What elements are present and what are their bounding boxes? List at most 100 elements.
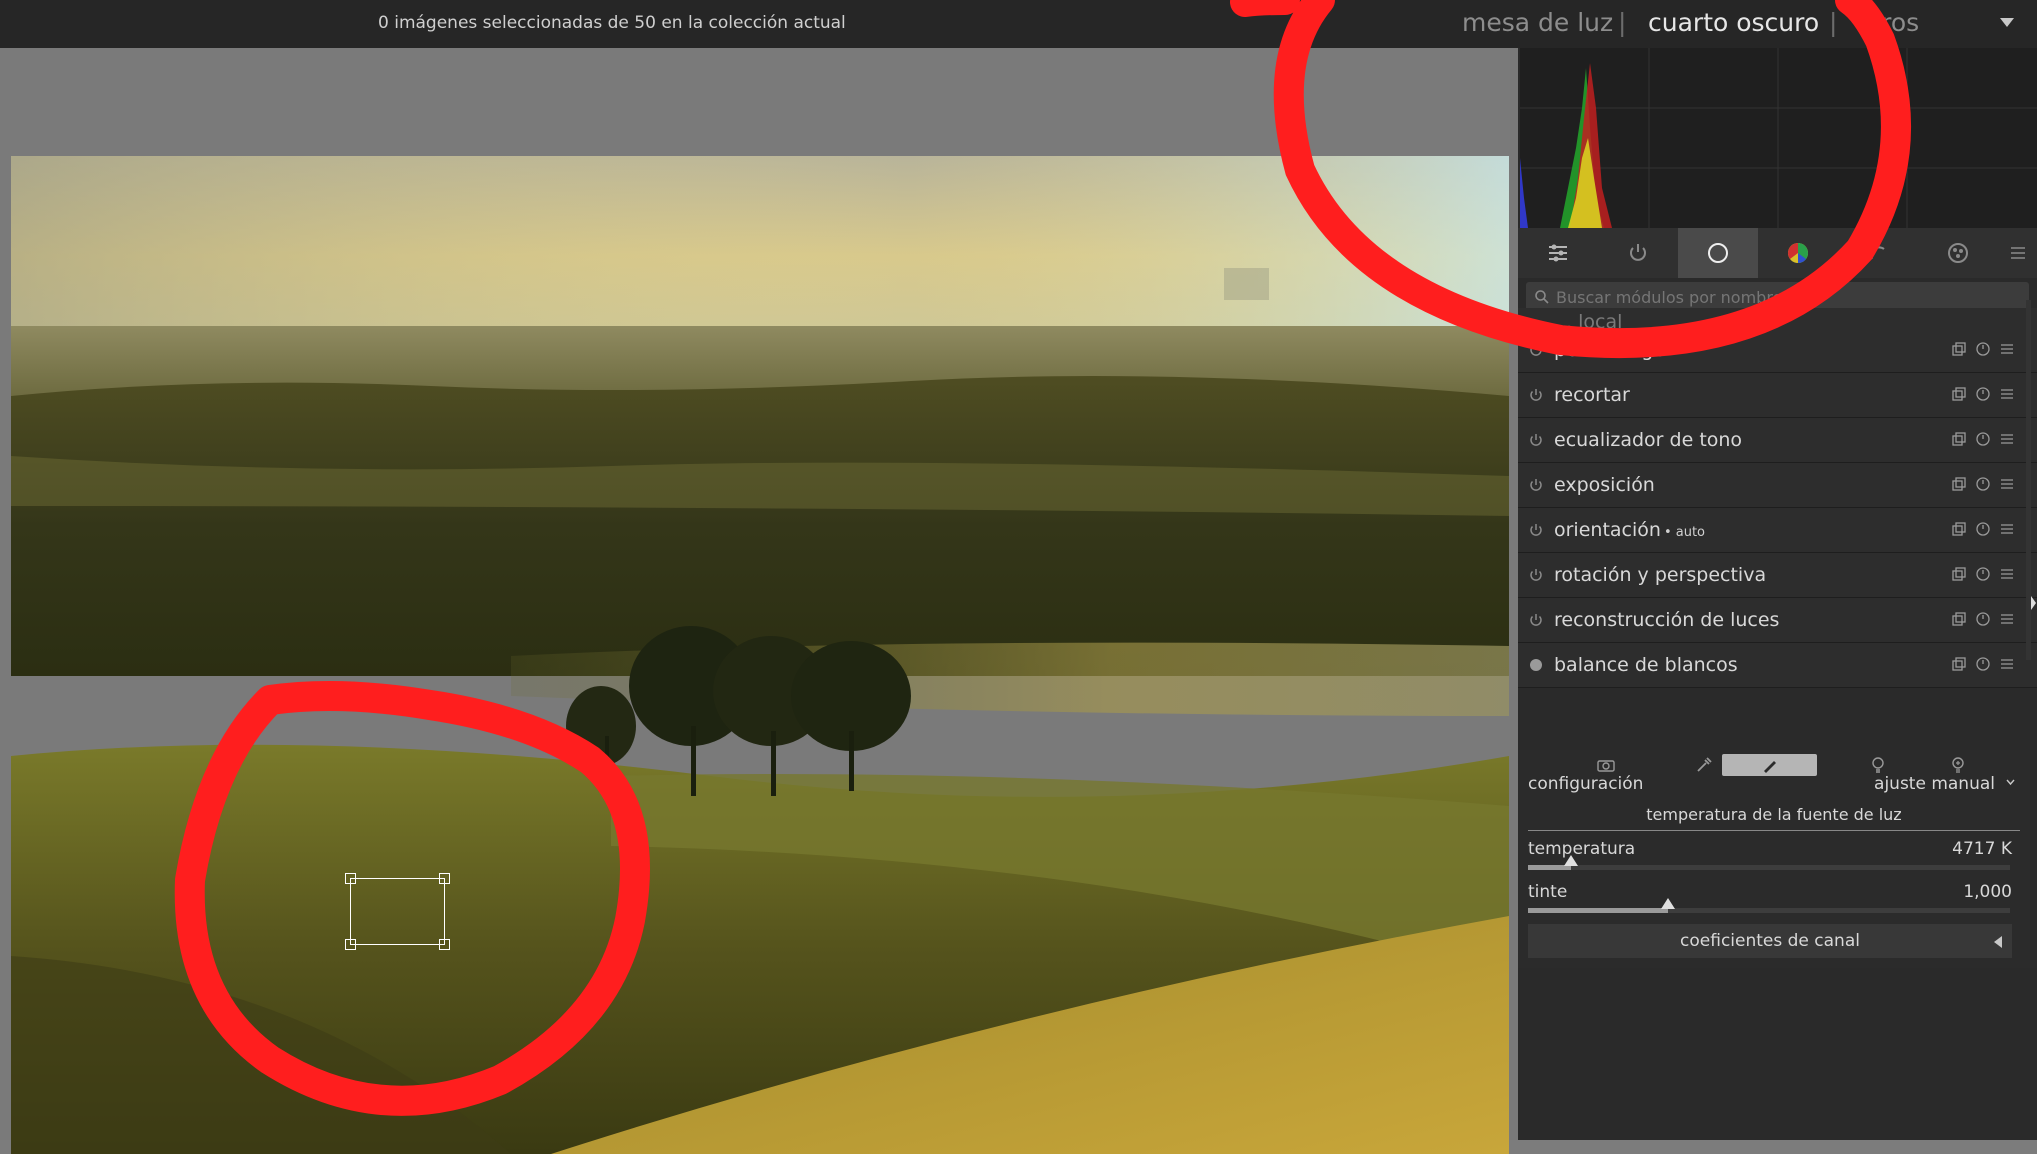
- color-wheel-icon: [1788, 243, 1808, 263]
- reset-icon[interactable]: [1975, 386, 1991, 402]
- power-icon[interactable]: [1528, 612, 1544, 628]
- module-group-tabs: [1518, 228, 2037, 278]
- tint-marker[interactable]: [1660, 898, 1675, 909]
- histogram[interactable]: [1520, 48, 2037, 228]
- power-icon[interactable]: [1528, 567, 1544, 583]
- multi-instance-icon[interactable]: [1951, 521, 1967, 537]
- multi-instance-icon[interactable]: [1951, 431, 1967, 447]
- reset-icon[interactable]: [1975, 521, 1991, 537]
- tab-quick-access[interactable]: [1518, 228, 1598, 278]
- power-icon: [1630, 244, 1646, 261]
- power-icon[interactable]: [1528, 342, 1544, 358]
- presets-hamburger-icon[interactable]: [1999, 566, 2015, 582]
- wb-camera-button[interactable]: [1558, 754, 1653, 776]
- module-presets-menu[interactable]: [1998, 228, 2037, 278]
- reset-icon[interactable]: [1975, 476, 1991, 492]
- module-name: reconstrucción de luces: [1554, 609, 1780, 631]
- top-header: 0 imágenes seleccionadas de 50 en la col…: [0, 0, 2037, 48]
- multi-instance-icon[interactable]: [1951, 476, 1967, 492]
- temperature-marker[interactable]: [1564, 855, 1579, 866]
- temperature-label: temperatura: [1528, 839, 1636, 859]
- selection-status: 0 imágenes seleccionadas de 50 en la col…: [378, 13, 846, 33]
- reset-icon[interactable]: [1975, 566, 1991, 582]
- module-name: ecualizador de tono: [1554, 429, 1743, 451]
- module-name: exposición: [1554, 474, 1655, 496]
- multi-instance-icon[interactable]: [1951, 386, 1967, 402]
- module-name: rotación y perspectiva: [1554, 564, 1767, 586]
- multi-instance-icon[interactable]: [1951, 566, 1967, 582]
- tab-correct[interactable]: [1838, 228, 1918, 278]
- tab-effects[interactable]: [1918, 228, 1998, 278]
- reset-icon[interactable]: [1975, 431, 1991, 447]
- landscape-photo: [11, 156, 1509, 1154]
- multi-instance-icon[interactable]: [1951, 611, 1967, 627]
- search-input[interactable]: [1550, 286, 2018, 308]
- correct-icon: [1870, 246, 1885, 260]
- view-separator: |: [1829, 8, 1838, 37]
- power-icon[interactable]: [1528, 657, 1544, 673]
- channel-coefficients-label: coeficientes de canal: [1680, 931, 1860, 951]
- module-row[interactable]: orientación • auto: [1518, 508, 2037, 553]
- module-row[interactable]: ecualizador de tono: [1518, 418, 2037, 463]
- sliders-icon: [1549, 244, 1567, 262]
- resize-handle-top-right[interactable]: [439, 873, 450, 884]
- search-icon: [1535, 290, 1549, 304]
- multi-instance-icon[interactable]: [1951, 341, 1967, 357]
- reset-icon[interactable]: [1975, 656, 1991, 672]
- module-row[interactable]: recortar: [1518, 373, 2037, 418]
- module-row[interactable]: película rgb: [1518, 328, 2037, 373]
- camera-icon: [1596, 760, 1615, 772]
- presets-hamburger-icon[interactable]: [1999, 341, 2015, 357]
- tab-color[interactable]: [1758, 228, 1838, 278]
- views-dropdown-icon[interactable]: [2000, 18, 2014, 27]
- module-row[interactable]: balance de blancos: [1518, 643, 2037, 688]
- tint-slider[interactable]: tinte 1,000: [1528, 882, 2020, 922]
- view-tab-other[interactable]: otros: [1856, 8, 1919, 37]
- resize-handle-bottom-left[interactable]: [345, 939, 356, 950]
- tint-track[interactable]: [1528, 898, 2010, 913]
- module-row[interactable]: rotación y perspectiva: [1518, 553, 2037, 598]
- power-icon[interactable]: [1528, 477, 1544, 493]
- presets-hamburger-icon[interactable]: [1999, 611, 2015, 627]
- view-tab-darkroom[interactable]: cuarto oscuro: [1648, 8, 1819, 37]
- power-icon[interactable]: [1528, 387, 1544, 403]
- module-tag: • auto: [1663, 524, 1705, 540]
- tint-label: tinte: [1528, 882, 1568, 902]
- module-row[interactable]: reconstrucción de luces: [1518, 598, 2037, 643]
- wb-settings-label: configuración: [1528, 774, 1644, 794]
- presets-hamburger-icon[interactable]: [1999, 476, 2015, 492]
- photo-canvas[interactable]: [11, 156, 1509, 1154]
- multi-instance-icon[interactable]: [1951, 656, 1967, 672]
- presets-hamburger-icon[interactable]: [1999, 656, 2015, 672]
- tab-base[interactable]: [1678, 228, 1758, 278]
- wb-user-modified-button[interactable]: [1722, 754, 1817, 776]
- eyedropper-icon: [1696, 757, 1712, 772]
- view-tab-lighttable[interactable]: mesa de luz: [1462, 8, 1613, 37]
- tab-active-modules[interactable]: [1598, 228, 1678, 278]
- temperature-slider[interactable]: temperatura 4717 K: [1528, 839, 2020, 879]
- module-row[interactable]: exposición: [1518, 463, 2037, 508]
- right-panel: ... local película rgbrecortarecualizado…: [1518, 48, 2037, 1140]
- wb-area-selection[interactable]: [345, 873, 450, 950]
- circle-icon: [1708, 243, 1728, 263]
- power-icon[interactable]: [1528, 522, 1544, 538]
- wb-settings-dropdown[interactable]: ajuste manual: [1874, 774, 1995, 794]
- presets-hamburger-icon[interactable]: [1999, 431, 2015, 447]
- reset-icon[interactable]: [1975, 611, 1991, 627]
- view-separator: |: [1618, 8, 1627, 37]
- module-name: recortar: [1554, 384, 1630, 406]
- resize-handle-top-left[interactable]: [345, 873, 356, 884]
- resize-handle-bottom-right[interactable]: [439, 939, 450, 950]
- chevron-down-icon[interactable]: [2006, 778, 2015, 787]
- bulb-plus-icon: [1951, 757, 1964, 773]
- bulb-icon: [1871, 757, 1884, 773]
- module-name: película rgb: [1554, 339, 1666, 361]
- wb-as-shot-to-reference-button[interactable]: [1910, 754, 2005, 776]
- presets-hamburger-icon[interactable]: [1999, 521, 2015, 537]
- power-icon[interactable]: [1528, 432, 1544, 448]
- presets-hamburger-icon[interactable]: [1999, 386, 2015, 402]
- temperature-track[interactable]: [1528, 855, 2010, 870]
- module-name: orientación: [1554, 519, 1661, 541]
- channel-coefficients-section[interactable]: coeficientes de canal: [1528, 924, 2012, 958]
- reset-icon[interactable]: [1975, 341, 1991, 357]
